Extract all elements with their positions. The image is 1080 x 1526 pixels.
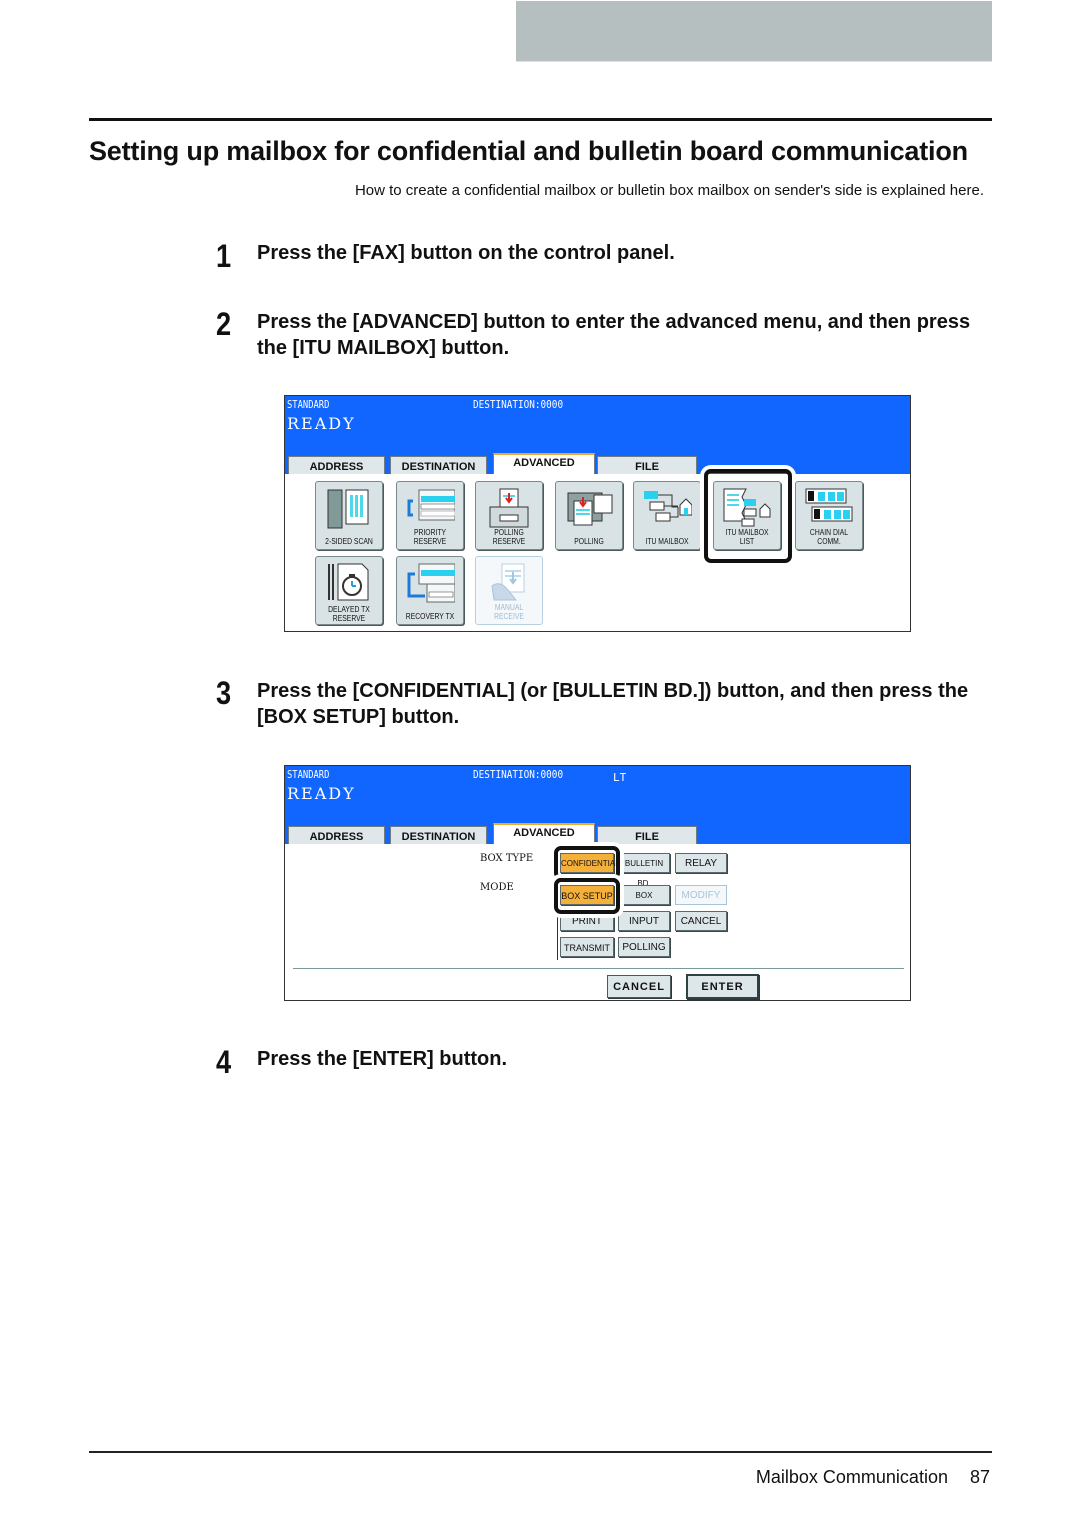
- step-number: 2: [216, 306, 232, 342]
- tab-advanced[interactable]: ADVANCED: [493, 453, 595, 474]
- confidential-callout: [554, 846, 620, 880]
- box-setup-callout: [554, 878, 620, 914]
- destination-count: DESTINATION:0000: [473, 398, 564, 411]
- button-label: POLLING: [574, 537, 604, 546]
- two-sided-scan-button[interactable]: 2-SIDED SCAN: [315, 481, 383, 550]
- top-divider: [89, 118, 992, 121]
- button-label: 2-SIDED SCAN: [325, 537, 373, 546]
- recovery-tx-button[interactable]: RECOVERY TX: [396, 556, 464, 625]
- polling-button[interactable]: POLLING: [555, 481, 623, 550]
- button-label: PRIORITY RESERVE: [413, 528, 447, 546]
- step-text: Press the [ADVANCED] button to enter the…: [257, 311, 971, 359]
- enter-button[interactable]: ENTER: [686, 974, 759, 999]
- button-label: MANUAL RECEIVE: [494, 603, 524, 621]
- print-button[interactable]: PRINT: [560, 911, 614, 931]
- mode-group-divider: [557, 908, 558, 960]
- priority-reserve-icon: [407, 489, 455, 521]
- mode-label: STANDARD: [287, 768, 330, 781]
- recovery-tx-icon: [407, 563, 455, 603]
- modify-button[interactable]: MODIFY: [675, 885, 727, 905]
- button-label: ITU MAILBOX: [645, 537, 689, 546]
- mailbox-settings: BOX TYPE MODE CONFIDENTIAL BULLETIN BD. …: [285, 844, 910, 1000]
- polling-reserve-button[interactable]: POLLING RESERVE: [475, 481, 543, 550]
- status-bar: STANDARD DESTINATION:0000 LT READY: [285, 766, 910, 826]
- section-intro: How to create a confidential mailbox or …: [354, 182, 984, 199]
- step-number: 4: [216, 1044, 232, 1080]
- transmit-button[interactable]: TRANSMIT: [560, 937, 614, 957]
- tab-advanced[interactable]: ADVANCED: [493, 823, 595, 844]
- step-text: Press the [CONFIDENTIAL] (or [BULLETIN B…: [257, 680, 969, 728]
- relay-button[interactable]: RELAY: [675, 853, 727, 873]
- polling-icon: [567, 492, 613, 526]
- button-label: POLLING RESERVE: [492, 528, 526, 546]
- footer-divider: [293, 968, 904, 969]
- step-number: 3: [216, 675, 232, 711]
- priority-reserve-button[interactable]: PRIORITY RESERVE: [396, 481, 464, 550]
- section-title: Setting up mailbox for confidential and …: [89, 136, 968, 166]
- box-delete-button[interactable]: BOX DELETE: [618, 885, 670, 920]
- tab-destination[interactable]: DESTINATION: [390, 826, 487, 844]
- chain-dial-icon: [805, 488, 853, 522]
- step-number: 1: [216, 238, 232, 274]
- chain-dial-comm-button[interactable]: CHAIN DIAL COMM.: [795, 481, 863, 550]
- manual-receive-icon: [491, 563, 525, 601]
- itu-mailbox-button[interactable]: ITU MAILBOX: [633, 481, 701, 550]
- box-type-label: BOX TYPE: [480, 853, 534, 864]
- mode-label: MODE: [480, 882, 514, 893]
- page-footer: Mailbox Communication 87: [756, 1467, 990, 1488]
- itu-mailbox-icon: [644, 491, 692, 522]
- destination-count: DESTINATION:0000: [473, 768, 564, 781]
- delayed-tx-reserve-button[interactable]: DELAYED TX RESERVE: [315, 556, 383, 625]
- cancel-mode-button[interactable]: CANCEL: [675, 911, 727, 931]
- status-bar: STANDARD DESTINATION:0000 READY: [285, 396, 910, 456]
- polling-mode-button[interactable]: POLLING: [618, 937, 670, 957]
- paper-size: LT: [613, 771, 627, 784]
- tab-bar: ADDRESS DESTINATION ADVANCED FILE: [285, 453, 910, 475]
- tab-bar: ADDRESS DESTINATION ADVANCED FILE: [285, 823, 910, 845]
- footer-section-name: Mailbox Communication: [755, 1467, 948, 1487]
- status-message: READY: [287, 784, 356, 803]
- manual-receive-button[interactable]: MANUAL RECEIVE: [475, 556, 543, 625]
- button-label: RECOVERY TX: [405, 612, 455, 621]
- tab-file[interactable]: FILE: [597, 456, 697, 474]
- button-label: CHAIN DIAL COMM.: [809, 528, 849, 546]
- tab-address[interactable]: ADDRESS: [288, 826, 385, 844]
- chapter-header-block: [516, 1, 992, 62]
- mode-label: STANDARD: [287, 398, 330, 411]
- page-number: 87: [969, 1467, 990, 1487]
- footer-rule: [89, 1451, 992, 1453]
- polling-reserve-icon: [489, 488, 529, 528]
- input-button[interactable]: INPUT: [618, 911, 670, 931]
- delayed-tx-icon: [328, 563, 369, 601]
- step-text: Press the [FAX] button on the control pa…: [257, 242, 675, 264]
- tab-destination[interactable]: DESTINATION: [390, 456, 487, 474]
- bulletin-bd-button[interactable]: BULLETIN BD.: [618, 853, 670, 888]
- itu-mailbox-screen: STANDARD DESTINATION:0000 LT READY ADDRE…: [284, 765, 911, 1001]
- fax-advanced-screen: STANDARD DESTINATION:0000 READY ADDRESS …: [284, 395, 911, 632]
- two-sided-scan-icon: [327, 489, 369, 529]
- cancel-button[interactable]: CANCEL: [607, 975, 671, 998]
- tab-file[interactable]: FILE: [597, 826, 697, 844]
- advanced-menu: 2-SIDED SCAN PRIORITY RESERVE POLLING RE…: [285, 469, 910, 631]
- status-message: READY: [287, 414, 356, 433]
- itu-mailbox-list-callout: [704, 469, 792, 563]
- button-label: DELAYED TX RESERVE: [328, 605, 370, 623]
- step-text: Press the [ENTER] button.: [257, 1048, 508, 1070]
- tab-address[interactable]: ADDRESS: [288, 456, 385, 474]
